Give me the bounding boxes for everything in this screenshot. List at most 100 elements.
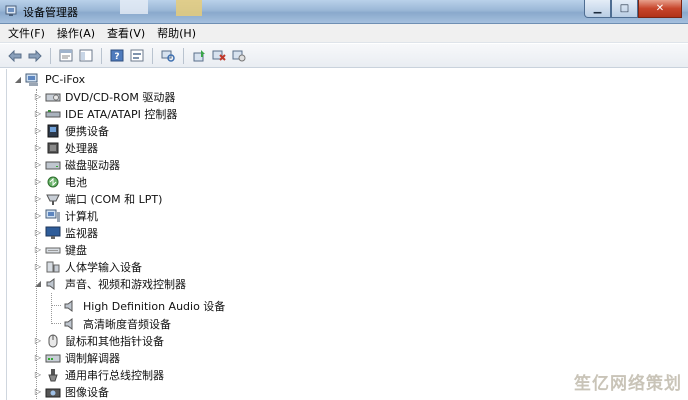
battery-icon — [47, 176, 59, 187]
speaker-icon — [64, 317, 73, 330]
collapsed-triangle-icon[interactable]: ▷ — [33, 387, 43, 397]
ide-controller-icon — [45, 109, 61, 117]
collapsed-triangle-icon[interactable]: ▷ — [33, 109, 43, 119]
port-icon — [46, 194, 60, 205]
tree-item-label: 鼠标和其他指针设备 — [65, 334, 164, 348]
title-bar[interactable]: 设备管理器 ▁ □ ✕ — [0, 0, 688, 24]
help-icon[interactable]: ? — [108, 47, 126, 65]
tree-item-processor[interactable]: ▷ 处理器 — [33, 139, 98, 156]
show-hide-tree-icon[interactable] — [77, 47, 95, 65]
computer-icon — [45, 209, 60, 222]
expanded-triangle-icon[interactable]: ◢ — [13, 75, 23, 85]
properties-icon[interactable] — [57, 47, 75, 65]
collapsed-triangle-icon[interactable]: ▷ — [33, 336, 43, 346]
disk-drive-icon — [45, 161, 61, 169]
tree-child-hd-audio[interactable]: High Definition Audio 设备 — [63, 297, 225, 314]
tree-item-keyboard[interactable]: ▷ 键盘 — [33, 241, 87, 258]
tree-item-monitor[interactable]: ▷ 监视器 — [33, 224, 98, 241]
tree-item-hid[interactable]: ▷ 人体学输入设备 — [33, 258, 142, 275]
tree-item-sound[interactable]: ◢ 声音、视频和游戏控制器 — [33, 275, 186, 292]
menu-bar: 文件(F) 操作(A) 查看(V) 帮助(H) — [0, 24, 688, 43]
collapsed-triangle-icon[interactable]: ▷ — [33, 143, 43, 153]
collapsed-triangle-icon[interactable]: ▷ — [33, 177, 43, 187]
menu-action[interactable]: 操作(A) — [57, 25, 95, 41]
tree-item-dvd[interactable]: ▷ DVD/CD-ROM 驱动器 — [33, 88, 175, 105]
tree-item-disk[interactable]: ▷ 磁盘驱动器 — [33, 156, 120, 173]
tree-item-label: 声音、视频和游戏控制器 — [65, 277, 186, 291]
back-arrow-icon[interactable] — [6, 47, 24, 65]
processor-icon — [47, 142, 59, 153]
collapsed-triangle-icon[interactable]: ▷ — [33, 92, 43, 102]
collapsed-triangle-icon[interactable]: ▷ — [33, 245, 43, 255]
collapsed-triangle-icon[interactable]: ▷ — [33, 228, 43, 238]
background-window-fragment — [176, 0, 202, 16]
tree-item-label: 人体学输入设备 — [65, 260, 142, 274]
collapsed-triangle-icon[interactable]: ▷ — [33, 211, 43, 221]
speaker-icon — [46, 277, 55, 290]
tree-item-computer[interactable]: ▷ 计算机 — [33, 207, 98, 224]
tree-item-usb[interactable]: ▷ 通用串行总线控制器 — [33, 366, 164, 383]
tree-item-label: 磁盘驱动器 — [65, 158, 120, 172]
background-window-fragment — [120, 0, 148, 14]
usb-icon — [48, 368, 58, 381]
collapsed-triangle-icon[interactable]: ▷ — [33, 262, 43, 272]
optical-drive-icon — [45, 93, 61, 101]
tree-root-label: PC-iFox — [45, 73, 86, 86]
toolbar-separator — [101, 47, 102, 64]
watermark-text: 笙亿网络策划 — [574, 374, 682, 394]
collapsed-triangle-icon[interactable]: ▷ — [33, 126, 43, 136]
forward-arrow-icon[interactable] — [26, 47, 44, 65]
speaker-icon — [64, 299, 73, 312]
window-controls: ▁ □ ✕ — [584, 0, 682, 19]
update-driver-icon[interactable] — [190, 47, 208, 65]
toolbar-separator — [152, 47, 153, 64]
mouse-icon — [48, 334, 58, 347]
keyboard-icon — [45, 247, 61, 253]
toolbar: ? — [0, 44, 688, 68]
modem-icon — [45, 354, 61, 362]
menu-file[interactable]: 文件(F) — [8, 25, 45, 41]
action-list-icon[interactable] — [128, 47, 146, 65]
menu-help[interactable]: 帮助(H) — [157, 25, 196, 41]
tree-connector — [51, 323, 61, 324]
uninstall-device-icon[interactable] — [230, 47, 248, 65]
tree-item-label: 监视器 — [65, 226, 98, 240]
scan-hardware-icon[interactable] — [159, 47, 177, 65]
tree-item-label: 图像设备 — [65, 385, 109, 399]
tree-child-hd-audio-device[interactable]: 高清晰度音频设备 — [63, 315, 171, 332]
tree-item-port[interactable]: ▷ 端口 (COM 和 LPT) — [33, 190, 162, 207]
tree-connector — [51, 293, 52, 324]
tree-item-ide[interactable]: ▷ IDE ATA/ATAPI 控制器 — [33, 105, 177, 122]
tree-item-label: 计算机 — [65, 209, 98, 223]
tree-item-imaging[interactable]: ▷ 图像设备 — [33, 383, 109, 400]
collapsed-triangle-icon[interactable]: ▷ — [33, 370, 43, 380]
device-tree[interactable]: ◢ PC-iFox ▷ DVD/CD-ROM 驱动器 ▷ IDE ATA/ATA… — [6, 69, 683, 400]
tree-item-label: 便携设备 — [65, 124, 109, 138]
tree-item-portable[interactable]: ▷ 便携设备 — [33, 122, 109, 139]
computer-icon — [25, 73, 38, 86]
tree-item-label: 通用串行总线控制器 — [65, 368, 164, 382]
tree-item-modem[interactable]: ▷ 调制解调器 — [33, 349, 120, 366]
hid-icon — [46, 261, 60, 272]
minimize-button[interactable]: ▁ — [584, 0, 611, 18]
camera-icon — [45, 388, 61, 397]
tree-item-label: 端口 (COM 和 LPT) — [65, 192, 163, 206]
menu-view[interactable]: 查看(V) — [107, 25, 145, 41]
svg-text:?: ? — [114, 52, 119, 62]
collapsed-triangle-icon[interactable]: ▷ — [33, 194, 43, 204]
tree-item-label: 电池 — [65, 175, 87, 189]
tree-item-label: 处理器 — [65, 141, 98, 155]
tree-item-label: DVD/CD-ROM 驱动器 — [65, 90, 176, 104]
tree-item-mouse[interactable]: ▷ 鼠标和其他指针设备 — [33, 332, 164, 349]
expanded-triangle-icon[interactable]: ◢ — [33, 279, 43, 289]
disable-device-icon[interactable] — [210, 47, 228, 65]
close-button[interactable]: ✕ — [638, 0, 682, 18]
tree-root[interactable]: ◢ PC-iFox — [13, 71, 85, 88]
tree-child-label: 高清晰度音频设备 — [83, 317, 171, 331]
monitor-icon — [45, 226, 61, 239]
maximize-button[interactable]: □ — [611, 0, 638, 18]
collapsed-triangle-icon[interactable]: ▷ — [33, 353, 43, 363]
toolbar-separator — [183, 47, 184, 64]
tree-item-battery[interactable]: ▷ 电池 — [33, 173, 87, 190]
collapsed-triangle-icon[interactable]: ▷ — [33, 160, 43, 170]
